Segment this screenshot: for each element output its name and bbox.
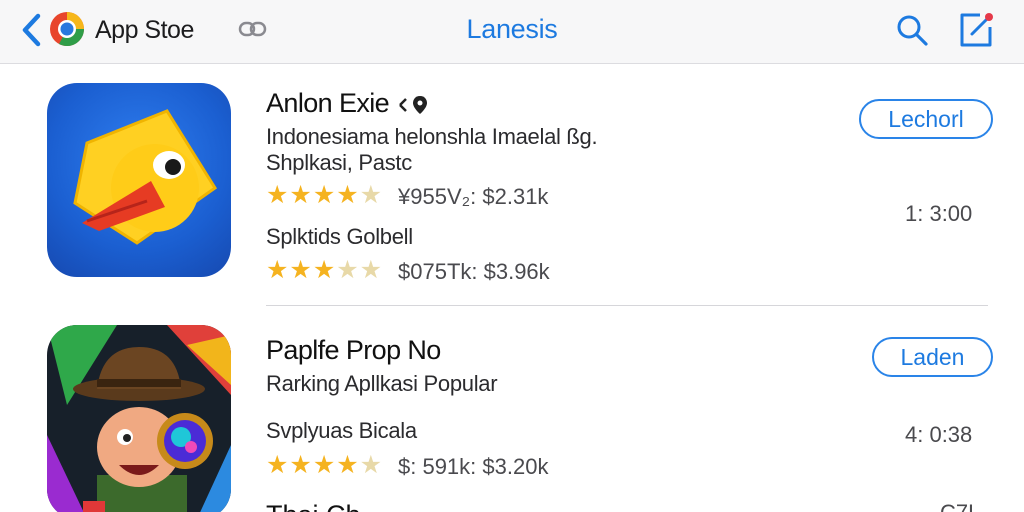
empty-stars: ★ — [359, 181, 384, 209]
rating-stars: ★★★★★ — [266, 180, 383, 210]
empty-stars: ★ — [359, 451, 384, 479]
cartoon-character-icon — [47, 325, 231, 512]
empty-stars: ★★ — [336, 256, 384, 284]
app-description: Rarking Apllkasi Popular — [266, 371, 498, 396]
filled-stars: ★★★★ — [266, 451, 360, 479]
price-info: $075Tk: $3.96k — [398, 259, 550, 284]
app-description: Indonesiama helonshla Imaelal ßg. — [266, 124, 598, 149]
get-button[interactable]: Lechorl — [859, 99, 993, 139]
app-time: 4: 0:38 — [905, 422, 973, 447]
app-name[interactable]: Anlon Exie — [266, 88, 428, 119]
location-pin-icon — [399, 95, 427, 114]
next-app-name[interactable]: Thai Ch — [266, 500, 361, 512]
next-app-meta: C7L — [940, 500, 980, 512]
app-subtitle: Shplkasi, Pastc — [266, 150, 412, 175]
page-title: Lanesis — [466, 14, 558, 44]
row-divider — [266, 305, 988, 306]
get-button[interactable]: Laden — [872, 337, 993, 377]
app-category: Svplyuas Bicala — [266, 418, 417, 443]
app-time: 1: 3:00 — [905, 201, 973, 226]
app-name-text: Anlon Exie — [266, 88, 390, 118]
navigation-bar: App Stoe Lanesis — [0, 0, 1024, 64]
filled-stars: ★★★ — [266, 256, 337, 284]
price-info: $: 591k: $3.20k — [398, 454, 549, 479]
price-info: ¥955V₂: $2.31k — [398, 184, 549, 209]
search-icon[interactable] — [894, 12, 930, 48]
rating-stars: ★★★★★ — [266, 255, 383, 285]
app-icon-cartoon-game[interactable] — [47, 325, 231, 512]
compose-icon[interactable] — [956, 10, 996, 50]
app-name[interactable]: Paplfe Prop No — [266, 335, 441, 366]
app-icon-duck-game[interactable] — [47, 83, 231, 277]
filled-stars: ★★★★ — [266, 181, 360, 209]
app-category: Splktids Golbell — [266, 224, 413, 249]
rating-stars: ★★★★★ — [266, 450, 383, 480]
duck-game-icon — [73, 109, 218, 245]
